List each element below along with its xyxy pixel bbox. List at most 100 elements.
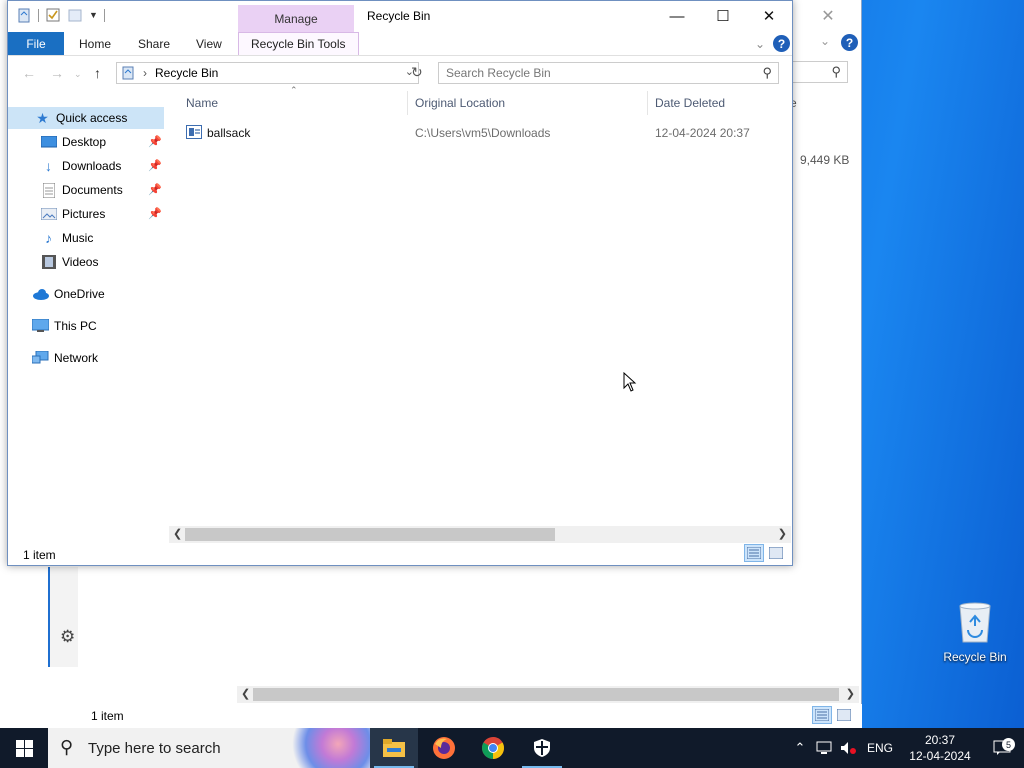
search-highlight-art [290, 728, 370, 768]
scroll-left-icon[interactable]: ❮ [173, 527, 182, 540]
new-folder-icon[interactable] [67, 7, 83, 23]
scroll-right-icon[interactable]: ❯ [778, 527, 787, 540]
search-placeholder: Search Recycle Bin [446, 66, 551, 80]
nav-label: Network [54, 351, 99, 365]
nav-documents[interactable]: Documents 📌 [8, 179, 164, 201]
recent-locations-icon[interactable]: ⌄ [74, 69, 82, 80]
minimize-button[interactable]: — [654, 1, 700, 31]
column-header-original-location[interactable]: Original Location [408, 91, 648, 115]
gear-icon[interactable]: ⚙ [60, 627, 75, 647]
navigation-pane: ★ Quick access Desktop 📌 ↓ Downloads 📌 D… [8, 101, 166, 541]
toolbar-separator [103, 8, 105, 22]
downloads-folder-icon: ↓ [45, 158, 52, 174]
nav-quick-access[interactable]: ★ Quick access [8, 107, 164, 129]
nav-label: Pictures [62, 207, 106, 221]
taskbar: ⚲ Type here to search ⌃ ENG 20:37 12-04-… [0, 728, 1024, 768]
breadcrumb-recycle-bin[interactable]: Recycle Bin [155, 66, 218, 80]
breadcrumb-separator-icon[interactable]: › [143, 66, 147, 80]
bg-scroll-thumb[interactable] [253, 688, 839, 701]
bg-horizontal-scrollbar[interactable]: ❮ ❯ [237, 686, 859, 703]
manage-tab-group[interactable]: Manage [238, 5, 354, 32]
bg-large-icons-view-icon[interactable] [834, 706, 854, 724]
up-arrow-icon[interactable]: ↑ [94, 65, 101, 81]
nav-onedrive[interactable]: OneDrive [8, 283, 164, 305]
pin-icon[interactable]: 📌 [148, 183, 162, 196]
bg-settings-strip [48, 567, 78, 667]
forward-arrow-icon[interactable]: → [50, 65, 64, 81]
column-header-name[interactable]: Name [174, 91, 408, 115]
action-center-button[interactable]: 5 [980, 738, 1024, 756]
refresh-icon[interactable]: ↻ [411, 64, 423, 81]
system-tray: ⌃ ENG 20:37 12-04-2024 5 [788, 728, 1024, 768]
details-view-icon[interactable] [744, 544, 764, 562]
help-icon[interactable]: ? [773, 35, 790, 52]
bg-close-button[interactable]: ✕ [805, 4, 851, 28]
tab-view[interactable]: View [196, 32, 222, 55]
start-button[interactable] [0, 728, 48, 768]
customize-toolbar-icon[interactable]: ▼ [89, 10, 98, 20]
nav-network[interactable]: Network [8, 347, 164, 369]
recycle-bin-small-icon[interactable] [16, 7, 32, 23]
security-shield-icon [534, 739, 550, 757]
title-bar[interactable]: ▼ Manage Recycle Bin — ☐ ✕ [8, 1, 792, 32]
music-folder-icon: ♪ [45, 230, 52, 246]
nav-label: Documents [62, 183, 123, 197]
expand-ribbon-icon[interactable]: ⌄ [755, 37, 765, 51]
desktop-folder-icon [40, 135, 57, 150]
bg-search-box[interactable]: ⚲ [792, 61, 848, 83]
recycle-bin-icon [959, 602, 991, 643]
taskbar-security[interactable] [518, 728, 566, 768]
tab-home[interactable]: Home [79, 32, 111, 55]
table-row[interactable]: ballsack C:\Users\vm5\Downloads 12-04-20… [174, 123, 792, 143]
close-button[interactable]: ✕ [746, 1, 792, 31]
large-icons-view-icon[interactable] [766, 544, 786, 562]
bg-details-view-icon[interactable] [812, 706, 832, 724]
nav-desktop[interactable]: Desktop 📌 [8, 131, 164, 153]
bg-help-icon[interactable]: ? [841, 34, 858, 51]
bg-scroll-left-icon[interactable]: ❮ [241, 687, 250, 700]
pin-icon[interactable]: 📌 [148, 135, 162, 148]
notification-count: 5 [1002, 738, 1015, 751]
firefox-icon [433, 737, 455, 759]
nav-downloads[interactable]: ↓ Downloads 📌 [8, 155, 164, 177]
nav-label: OneDrive [54, 287, 105, 301]
nav-music[interactable]: ♪ Music [8, 227, 164, 249]
desktop-recycle-bin[interactable]: Recycle Bin [937, 600, 1013, 672]
maximize-button[interactable]: ☐ [700, 1, 746, 31]
nav-this-pc[interactable]: This PC [8, 315, 164, 337]
tab-share[interactable]: Share [138, 32, 170, 55]
network-status-icon[interactable] [812, 741, 836, 755]
pin-icon[interactable]: 📌 [148, 159, 162, 172]
clock-date: 12-04-2024 [909, 749, 971, 763]
column-header-date-deleted[interactable]: Date Deleted [648, 91, 792, 115]
volume-muted-icon[interactable] [836, 741, 860, 755]
window-controls: — ☐ ✕ [654, 1, 792, 31]
bg-scroll-right-icon[interactable]: ❯ [846, 687, 855, 700]
search-icon[interactable]: ⚲ [762, 65, 772, 81]
network-icon [32, 351, 49, 366]
window-title: Recycle Bin [367, 9, 431, 23]
address-box[interactable]: › Recycle Bin ⌄ [116, 62, 419, 84]
nav-videos[interactable]: Videos [8, 251, 164, 273]
taskbar-chrome[interactable] [469, 728, 517, 768]
toolbar-separator [38, 8, 39, 22]
taskbar-search-box[interactable]: ⚲ Type here to search [48, 728, 370, 768]
taskbar-firefox[interactable] [420, 728, 468, 768]
tab-recycle-bin-tools[interactable]: Recycle Bin Tools [238, 32, 359, 55]
nav-label: Downloads [62, 159, 122, 173]
back-arrow-icon[interactable]: ← [22, 65, 36, 81]
search-input[interactable]: Search Recycle Bin ⚲ [438, 62, 779, 84]
taskbar-file-explorer[interactable] [370, 728, 418, 768]
pin-icon[interactable]: 📌 [148, 207, 162, 220]
properties-icon[interactable] [45, 7, 61, 23]
scroll-thumb[interactable] [185, 528, 555, 541]
recycle-bin-window[interactable]: ▼ Manage Recycle Bin — ☐ ✕ File Home Sha… [7, 0, 793, 566]
language-indicator[interactable]: ENG [860, 741, 900, 755]
clock[interactable]: 20:37 12-04-2024 [900, 732, 980, 764]
horizontal-scrollbar[interactable]: ❮ ❯ [169, 526, 791, 543]
nav-label: This PC [54, 319, 97, 333]
bg-ribbon-expand-icon[interactable]: ⌄ [820, 34, 830, 48]
tab-file[interactable]: File [8, 32, 64, 55]
show-hidden-icons-icon[interactable]: ⌃ [788, 740, 812, 756]
nav-pictures[interactable]: Pictures 📌 [8, 203, 164, 225]
